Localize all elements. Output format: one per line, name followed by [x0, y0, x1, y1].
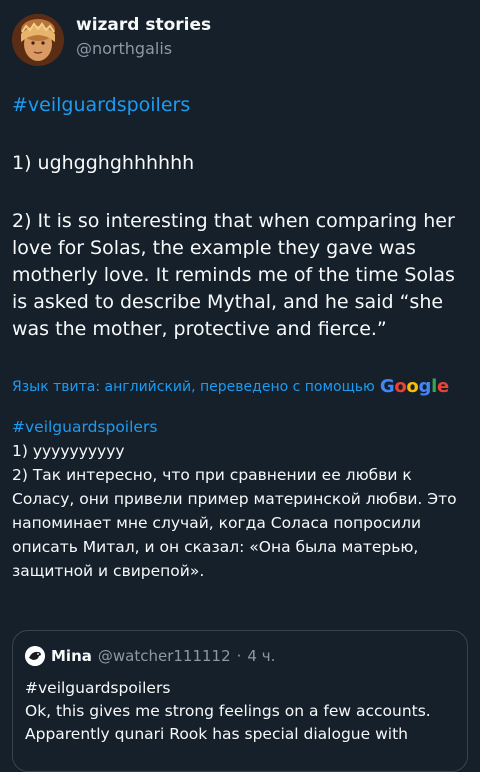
tweet-hashtag-link[interactable]: #veilguardspoilers	[12, 94, 190, 116]
quoted-tweet-text: #veilguardspoilers Ok, this gives me str…	[25, 677, 457, 746]
translated-paragraph-2: 2) Так интересно, что при сравнении ее л…	[12, 466, 457, 580]
quoted-timestamp[interactable]: 4 ч.	[247, 647, 275, 665]
avatar-portrait-icon	[12, 14, 64, 66]
quoted-body: Ok, this gives me strong feelings on a f…	[25, 702, 431, 743]
quoted-separator: ·	[236, 647, 242, 665]
translated-text: #veilguardspoilers 1) уууууууууу 2) Так …	[12, 415, 468, 583]
google-logo: Google	[379, 376, 449, 397]
quoted-tweet-header: Mina @watcher111112 · 4 ч.	[25, 646, 275, 666]
quoted-author-avatar[interactable]	[25, 646, 45, 666]
quoted-author-name[interactable]: Mina	[51, 647, 92, 665]
tweet-paragraph-1: 1) ughgghghhhhhh	[12, 152, 195, 174]
translation-note-text: Язык твита: английский, переведено с пом…	[12, 378, 375, 395]
tweet-header: wizard stories @northgalis	[12, 10, 468, 66]
quoted-hashtag: #veilguardspoilers	[25, 679, 171, 697]
translated-hashtag-link[interactable]: #veilguardspoilers	[12, 418, 157, 436]
translation-attribution[interactable]: Язык твита: английский, переведено с пом…	[12, 376, 468, 397]
author-avatar[interactable]	[12, 14, 64, 66]
translated-paragraph-1: 1) уууууууууу	[12, 442, 125, 460]
quoted-author-handle[interactable]: @watcher111112	[98, 647, 231, 665]
author-display-name[interactable]: wizard stories	[76, 15, 211, 35]
quoted-tweet-card[interactable]: Mina @watcher111112 · 4 ч. #veilguardspo…	[12, 630, 468, 772]
author-handle[interactable]: @northgalis	[76, 39, 172, 58]
tweet-paragraph-2: 2) It is so interesting that when compar…	[12, 210, 455, 340]
tweet-text: #veilguardspoilers 1) ughgghghhhhhh 2) I…	[12, 92, 468, 343]
avatar-bird-icon	[25, 646, 45, 666]
